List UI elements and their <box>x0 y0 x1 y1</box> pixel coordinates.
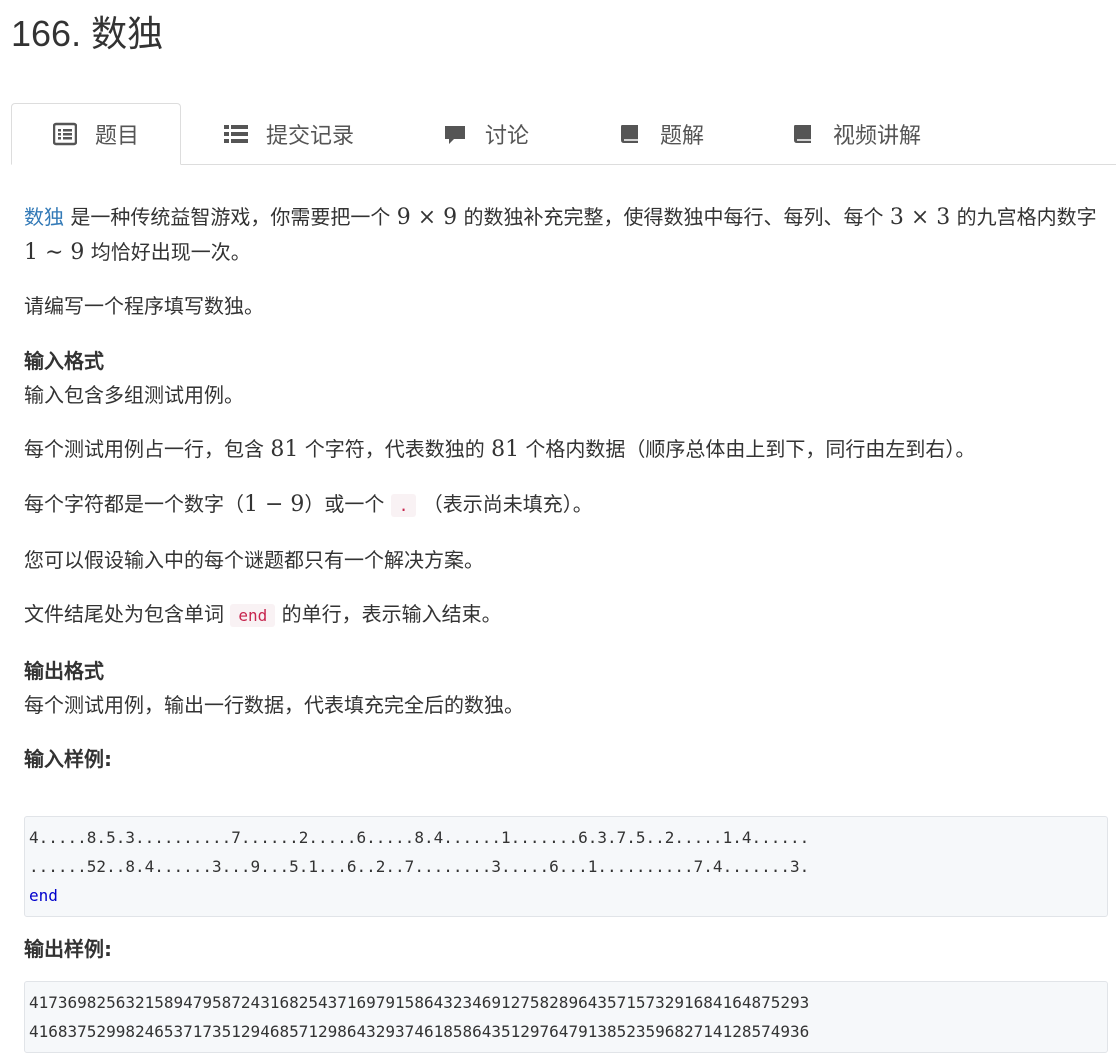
tab-label: 题解 <box>660 123 705 149</box>
output-format-heading: 输出格式 <box>24 659 104 683</box>
list-icon <box>224 124 248 143</box>
tab-label: 提交记录 <box>266 123 355 149</box>
code-line: 4168375299824653717351294685712986432937… <box>29 1022 810 1041</box>
tab-label: 讨论 <box>485 123 530 149</box>
tab-label: 题目 <box>95 124 140 149</box>
tab-discuss[interactable]: 讨论 <box>443 103 529 164</box>
code-line: 4.....8.5.3..........7......2.....6.....… <box>29 828 810 847</box>
input-format-p2: 每个测试用例占一行，包含 81 个字符，代表数独的 81 个格内数据（顺序总体由… <box>24 437 976 462</box>
tab-solutions[interactable]: 题解 <box>618 103 704 164</box>
tab-video[interactable]: 视频讲解 <box>791 103 921 164</box>
inline-code-end: end <box>230 604 276 627</box>
tab-submissions[interactable]: 提交记录 <box>224 103 354 164</box>
input-format-p3: 每个字符都是一个数字（1 − 9）或一个 . （表示尚未填充）。 <box>24 492 593 517</box>
page-title: 166. 数独 <box>11 13 164 54</box>
book-icon <box>621 124 638 143</box>
sample-input-code: 4.....8.5.3..........7......2.....6.....… <box>24 816 1108 917</box>
sudoku-link[interactable]: 数独 <box>24 205 64 229</box>
input-format-p4: 您可以假设输入中的每个谜题都只有一个解决方案。 <box>24 548 484 572</box>
sample-output-code: 4173698256321589479587243168254371697915… <box>24 981 1108 1053</box>
intro-paragraph: 数独 是一种传统益智游戏，你需要把一个 9 × 9 的数独补充完整，使得数独中每… <box>24 205 1097 265</box>
code-line-end: end <box>29 886 58 905</box>
input-format-p5: 文件结尾处为包含单词 end 的单行，表示输入结束。 <box>24 602 502 627</box>
sample-input-heading: 输入样例: <box>24 747 112 771</box>
problem-description: 数独 是一种传统益智游戏，你需要把一个 9 × 9 的数独补充完整，使得数独中每… <box>24 200 1104 776</box>
book-icon <box>794 124 811 143</box>
comment-icon <box>445 125 465 144</box>
math-9x9: 9 × 9 <box>396 205 458 230</box>
input-format-p1: 输入包含多组测试用例。 <box>24 383 244 407</box>
tab-label: 视频讲解 <box>833 123 922 149</box>
inline-code-dot: . <box>390 494 417 517</box>
math-3x3: 3 × 3 <box>889 205 951 230</box>
code-line: ......52..8.4......3...9...5.1...6..2..7… <box>29 857 810 876</box>
output-format-p1: 每个测试用例，输出一行数据，代表填充完全后的数独。 <box>24 693 524 717</box>
input-format-heading: 输入格式 <box>24 349 104 373</box>
tab-bar: 题目 提交记录 讨论 题解 视频讲解 <box>11 103 1116 165</box>
sample-output-heading: 输出样例: <box>24 937 112 961</box>
tab-problem[interactable]: 题目 <box>11 103 181 165</box>
code-line: 4173698256321589479587243168254371697915… <box>29 993 810 1012</box>
list-alt-icon <box>53 122 77 146</box>
math-range: 1 ∼ 9 <box>24 240 85 265</box>
task-paragraph: 请编写一个程序填写数独。 <box>24 294 264 318</box>
